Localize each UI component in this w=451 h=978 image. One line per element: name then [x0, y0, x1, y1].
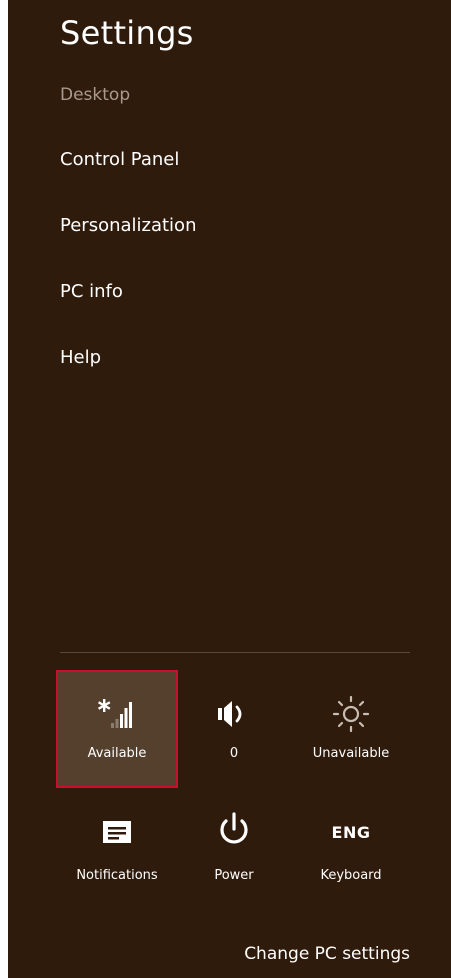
- network-tile[interactable]: Available: [56, 670, 178, 788]
- keyboard-language-indicator: ENG: [292, 812, 410, 852]
- menu-item-help[interactable]: Help: [60, 346, 196, 412]
- keyboard-language-code: ENG: [331, 822, 371, 842]
- brightness-tile[interactable]: Unavailable: [292, 672, 410, 786]
- change-pc-settings-link[interactable]: Change PC settings: [244, 944, 410, 964]
- notifications-label: Notifications: [76, 868, 158, 883]
- settings-charm-panel: Settings Desktop Control Panel Personali…: [8, 0, 451, 978]
- notifications-icon: [58, 812, 176, 852]
- network-signal-icon: [58, 694, 176, 734]
- context-label: Desktop: [60, 85, 131, 105]
- brightness-status-label: Unavailable: [312, 746, 390, 761]
- speaker-icon: [175, 694, 293, 734]
- keyboard-label: Keyboard: [320, 868, 382, 883]
- power-label: Power: [214, 868, 254, 883]
- keyboard-tile[interactable]: ENG Keyboard: [292, 794, 410, 908]
- notifications-tile[interactable]: Notifications: [58, 794, 176, 908]
- menu-item-control-panel[interactable]: Control Panel: [60, 148, 196, 214]
- volume-level-label: 0: [229, 746, 239, 761]
- menu-item-pc-info[interactable]: PC info: [60, 280, 196, 346]
- settings-menu: Control Panel Personalization PC info He…: [60, 148, 196, 412]
- network-status-label: Available: [87, 746, 147, 761]
- section-divider: [60, 652, 410, 653]
- power-tile[interactable]: Power: [175, 794, 293, 908]
- menu-item-personalization[interactable]: Personalization: [60, 214, 196, 280]
- volume-tile[interactable]: 0: [175, 672, 293, 786]
- brightness-icon: [292, 694, 410, 734]
- power-icon: [175, 810, 293, 850]
- page-title: Settings: [60, 14, 194, 52]
